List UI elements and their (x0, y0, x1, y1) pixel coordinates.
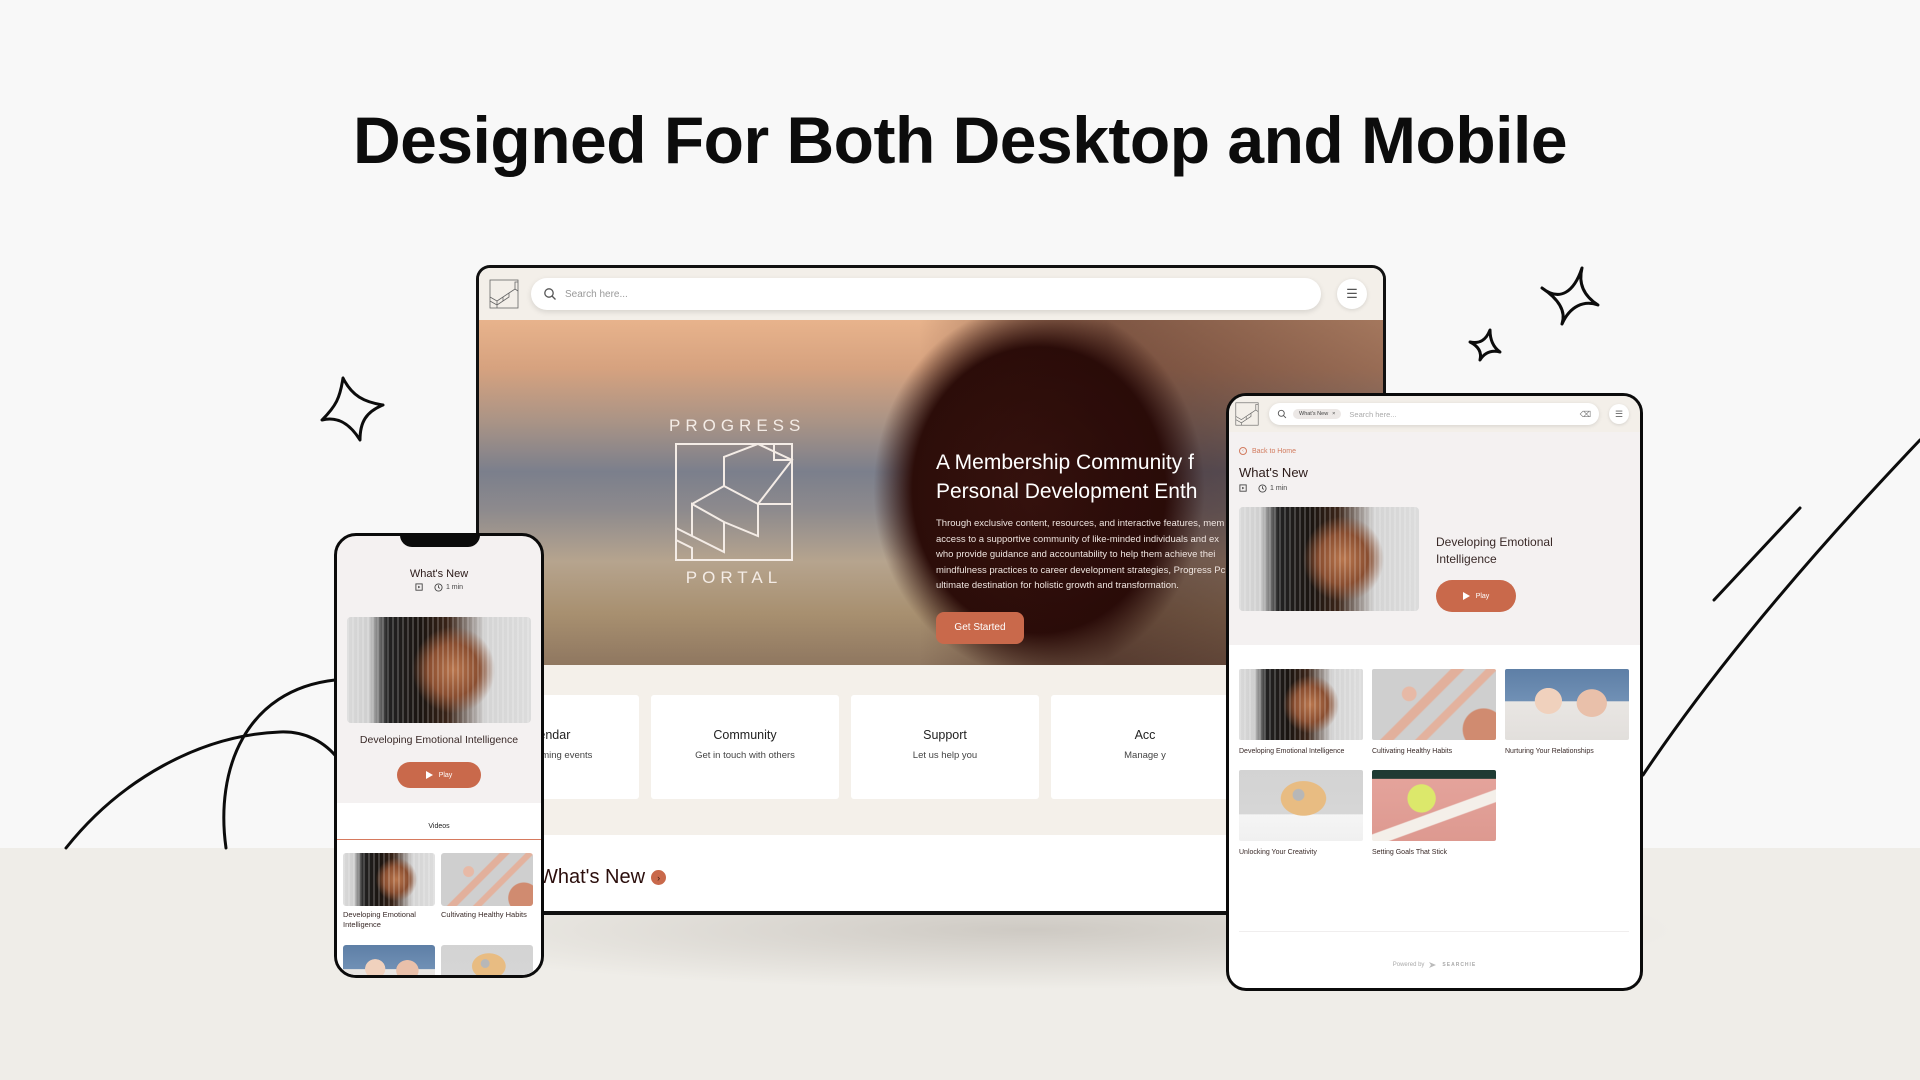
tablet-header: What's New × Search here... ⌫ ☰ (1229, 396, 1640, 432)
powered-by-footer[interactable]: Powered by SEARCHIE (1229, 961, 1640, 969)
whats-new-heading[interactable]: What's New › (539, 866, 667, 889)
search-icon (544, 288, 556, 300)
hamburger-menu-button[interactable]: ☰ (1337, 279, 1367, 309)
video-thumbnail (1372, 669, 1496, 740)
filter-chip-label: What's New (1299, 411, 1329, 417)
play-button[interactable]: Play (397, 762, 481, 788)
video-icon (415, 583, 423, 591)
filter-chip[interactable]: What's New × (1293, 409, 1342, 419)
card-subtitle: Get in touch with others (695, 750, 795, 761)
video-item[interactable]: Setting Goals That Stick (1372, 770, 1496, 856)
phone-content-list: Videos Developing Emotional Intelligence… (337, 803, 541, 975)
video-thumbnail (1505, 669, 1629, 740)
video-item[interactable] (343, 945, 435, 975)
video-thumbnail (1372, 770, 1496, 841)
sparkle-star-icon-right-small (1468, 328, 1502, 362)
search-icon (1277, 409, 1287, 419)
play-label: Play (438, 771, 453, 779)
chevron-right-icon[interactable]: › (651, 870, 667, 885)
card-account[interactable]: Acc Manage y (1051, 695, 1239, 799)
decorative-loop-curve (64, 678, 362, 850)
video-thumbnail (343, 945, 435, 975)
powered-by-label: Powered by (1392, 962, 1425, 968)
close-icon[interactable]: × (1332, 411, 1335, 417)
hamburger-menu-icon: ☰ (1346, 286, 1358, 301)
phone-notch (400, 536, 480, 547)
hamburger-menu-icon: ☰ (1614, 408, 1624, 419)
hero-description: Through exclusive content, resources, an… (936, 518, 1226, 591)
whats-new-label: What's New (539, 866, 646, 888)
tab-videos[interactable]: Videos (337, 823, 541, 830)
stairs-logo-icon (675, 442, 794, 561)
video-item[interactable] (441, 945, 533, 975)
get-started-button[interactable]: Get Started (936, 611, 1024, 644)
video-thumbnail (1239, 669, 1363, 740)
brand-name: SEARCHIE (1442, 962, 1477, 968)
page-title: Designed For Both Desktop and Mobile (352, 103, 1568, 177)
clear-search-icon[interactable]: ⌫ (1580, 410, 1591, 419)
card-subtitle: Let us help you (912, 750, 978, 761)
duration: 1 min (434, 583, 463, 592)
video-thumbnail (441, 945, 533, 975)
video-title: Developing Emotional Intelligence (1239, 748, 1345, 755)
video-item[interactable]: Cultivating Healthy Habits (441, 853, 533, 920)
video-title: Cultivating Healthy Habits (441, 910, 527, 919)
desktop-search-input[interactable]: Search here... (531, 278, 1321, 310)
footer-divider (1239, 931, 1629, 932)
brand-word-bottom: PORTAL (685, 568, 783, 587)
clock-icon (434, 583, 443, 592)
video-title: Setting Goals That Stick (1372, 849, 1447, 856)
video-title: Cultivating Healthy Habits (1372, 748, 1453, 755)
card-subtitle: Manage y (1124, 750, 1166, 761)
card-support[interactable]: Support Let us help you (851, 695, 1039, 799)
video-item[interactable]: Unlocking Your Creativity (1239, 770, 1363, 856)
hamburger-menu-button[interactable]: ☰ (1609, 404, 1629, 424)
search-placeholder: Search here... (1349, 409, 1397, 419)
video-item[interactable]: Cultivating Healthy Habits (1372, 669, 1496, 755)
hero-title: A Membership Community f Personal Develo… (936, 451, 1198, 503)
video-item[interactable]: Nurturing Your Relationships (1505, 669, 1629, 755)
hero-content: A Membership Community f Personal Develo… (936, 448, 1383, 644)
play-icon (1462, 592, 1470, 600)
play-button[interactable]: Play (1436, 580, 1516, 612)
video-thumbnail (1239, 770, 1363, 841)
video-title: Unlocking Your Creativity (1239, 849, 1317, 856)
card-title: Community (713, 728, 777, 742)
card-title: Acc (1134, 728, 1156, 742)
decorative-diagonal-line-long (1641, 438, 1920, 777)
search-placeholder: Search here... (565, 288, 628, 300)
phone-meta: 1 min (337, 583, 541, 592)
video-item[interactable]: Developing Emotional Intelligence (1239, 669, 1363, 755)
card-community[interactable]: Community Get in touch with others (651, 695, 839, 799)
video-thumbnail (343, 853, 435, 906)
card-title: Support (923, 728, 967, 742)
sparkle-star-icon-right-large (1540, 266, 1600, 326)
hero-banner: PROGRESS PORTAL A Membership Community f… (479, 320, 1383, 665)
video-title: Nurturing Your Relationships (1505, 748, 1594, 755)
feature-title: Developing Emotional Intelligence (359, 734, 519, 746)
decorative-diagonal-line-short (1712, 506, 1802, 602)
play-label: Play (1475, 592, 1490, 600)
phone-mockup: What's New 1 min Developing Emotional In… (334, 533, 544, 978)
stairs-logo-icon[interactable] (1235, 402, 1259, 426)
stairs-logo-icon[interactable] (489, 279, 519, 309)
feature-thumbnail[interactable] (347, 617, 531, 723)
video-item[interactable]: Developing Emotional Intelligence (343, 853, 435, 930)
tablet-search-input[interactable]: What's New × Search here... ⌫ (1269, 403, 1599, 425)
phone-page-title: What's New (409, 568, 469, 580)
searchie-logo-icon (1429, 962, 1437, 968)
progress-portal-logo: PROGRESS PORTAL (669, 416, 806, 588)
video-title: Developing Emotional Intelligence (343, 910, 416, 929)
sparkle-star-icon-left (320, 376, 385, 442)
tab-underline (337, 839, 541, 840)
feature-title: Developing Emotional Intelligence (1436, 535, 1553, 566)
play-icon (425, 771, 433, 779)
desktop-header: Search here... ☰ (479, 268, 1383, 320)
duration-label: 1 min (445, 584, 464, 591)
brand-word-top: PROGRESS (669, 416, 806, 435)
video-thumbnail (441, 853, 533, 906)
